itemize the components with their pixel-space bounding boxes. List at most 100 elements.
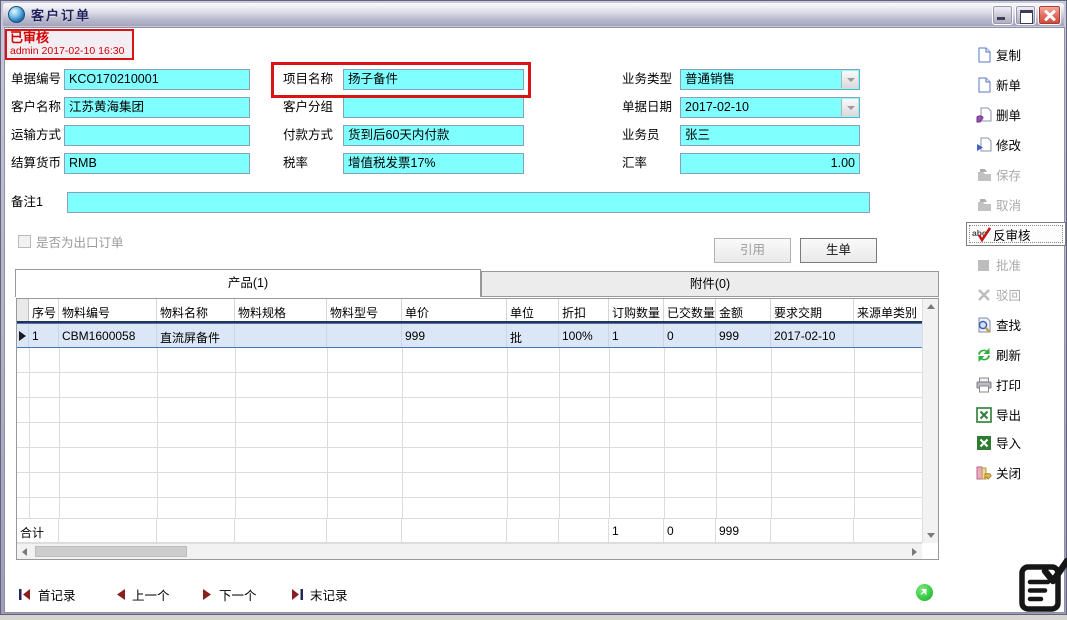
scroll-down-icon[interactable] (923, 527, 939, 543)
export-order-checkbox-row: 是否为出口订单 (18, 232, 124, 251)
transport-field[interactable] (64, 125, 250, 146)
remark1-field[interactable] (67, 192, 870, 213)
export-button[interactable]: 导出 (976, 404, 1021, 425)
minimize-button[interactable] (992, 5, 1013, 25)
col-header-amount[interactable]: 金额 (716, 299, 771, 321)
tax-label: 税率 (283, 153, 308, 174)
scroll-up-icon[interactable] (923, 299, 939, 315)
modify-button[interactable]: 修改 (976, 134, 1021, 155)
reject-button: 驳回 (976, 284, 1021, 305)
search-button[interactable]: 查找 (976, 314, 1021, 335)
col-header-delivered[interactable]: 已交数量 (664, 299, 716, 321)
close-window-button[interactable]: 关闭 (976, 462, 1021, 483)
cell-delivered: 0 (664, 324, 716, 347)
remark1-label: 备注1 (11, 192, 43, 213)
payment-field[interactable]: 货到后60天内付款 (343, 125, 524, 146)
vertical-scrollbar[interactable] (922, 299, 938, 543)
currency-field[interactable]: RMB (64, 153, 250, 174)
col-header-seq[interactable]: 序号 (29, 299, 59, 321)
cell-discount: 100% (559, 324, 609, 347)
cell-spec (235, 324, 327, 347)
unapprove-button[interactable]: abc 反审核 (968, 224, 1064, 244)
cell-ordered: 1 (609, 324, 664, 347)
customer-label: 客户名称 (11, 97, 61, 118)
approved-status: 已审核 (10, 31, 129, 45)
refresh-button[interactable]: 刷新 (976, 344, 1021, 365)
status-ok-icon (916, 584, 933, 601)
doc-no-field[interactable]: KCO170210001 (64, 69, 250, 90)
abc-check-icon: abc (972, 227, 991, 242)
customer-field[interactable]: 江苏黄海集团 (64, 97, 250, 118)
excel-import-icon (976, 435, 992, 451)
exchange-rate-field[interactable]: 1.00 (680, 153, 860, 174)
doc-date-dropdown-icon[interactable] (841, 99, 858, 116)
document-icon (976, 47, 992, 63)
refresh-icon (976, 347, 992, 363)
approved-stamp: 已审核 admin 2017-02-10 16:30 (5, 29, 134, 60)
next-record-button[interactable]: 下一个 (202, 583, 257, 605)
doc-date-select[interactable]: 2017-02-10 (680, 97, 860, 118)
salesman-field[interactable]: 张三 (680, 125, 860, 146)
table-row[interactable]: 1 CBM1600058 直流屏备件 999 批 100% 1 0 999 20… (17, 323, 922, 348)
generate-order-button[interactable]: 生单 (800, 238, 877, 263)
col-header-source-type[interactable]: 来源单类别 (854, 299, 922, 321)
new-document-icon (976, 77, 992, 93)
row-selector-icon (17, 324, 29, 347)
scroll-left-icon[interactable] (17, 544, 33, 560)
biz-type-dropdown-icon[interactable] (841, 71, 858, 88)
first-record-icon (18, 589, 32, 600)
doc-date-label: 单据日期 (622, 97, 672, 118)
total-amount: 999 (716, 519, 771, 542)
last-record-button[interactable]: 末记录 (290, 583, 348, 605)
col-header-due-date[interactable]: 要求交期 (771, 299, 854, 321)
delete-order-button[interactable]: 删单 (976, 104, 1021, 125)
new-order-button[interactable]: 新单 (976, 74, 1021, 95)
previous-record-button[interactable]: 上一个 (115, 583, 170, 605)
scroll-right-icon[interactable] (906, 544, 922, 560)
cell-seq: 1 (29, 324, 59, 347)
reject-x-icon (976, 287, 992, 303)
col-header-discount[interactable]: 折扣 (559, 299, 609, 321)
grid-main: 序号 物料编号 物料名称 物料规格 物料型号 单价 单位 折扣 订购数量 已交数… (17, 299, 922, 543)
horizontal-scrollbar[interactable] (17, 543, 922, 559)
doc-no-label: 单据编号 (11, 69, 61, 90)
biz-type-select[interactable]: 普通销售 (680, 69, 860, 90)
horizontal-scroll-thumb[interactable] (35, 546, 187, 557)
first-record-button[interactable]: 首记录 (18, 583, 76, 605)
window-content: 已审核 admin 2017-02-10 16:30 单据编号 KCO17021… (4, 27, 1065, 613)
tab-products[interactable]: 产品(1) (15, 269, 481, 297)
reference-button: 引用 (714, 238, 791, 263)
last-record-icon (290, 589, 304, 600)
exchange-rate-label: 汇率 (622, 153, 647, 174)
col-header-ordered[interactable]: 订购数量 (609, 299, 664, 321)
print-button[interactable]: 打印 (976, 374, 1021, 395)
titlebar[interactable]: 客户订单 (3, 3, 1064, 26)
cell-unit: 批 (507, 324, 559, 347)
col-header-unit-price[interactable]: 单价 (402, 299, 507, 321)
window-title: 客户订单 (31, 5, 91, 24)
col-header-item-name[interactable]: 物料名称 (157, 299, 235, 321)
cell-amount: 999 (716, 324, 771, 347)
grid-total-row: 合计 1 0 999 (17, 518, 922, 543)
cancel-icon (976, 197, 992, 213)
save-button: 保存 (976, 164, 1021, 185)
customer-group-field[interactable] (343, 97, 524, 118)
salesman-label: 业务员 (622, 125, 660, 146)
project-field[interactable]: 扬子备件 (343, 69, 524, 90)
import-button[interactable]: 导入 (976, 432, 1021, 453)
close-button[interactable] (1038, 5, 1061, 25)
tab-attachments[interactable]: 附件(0) (481, 271, 939, 297)
col-header-unit[interactable]: 单位 (507, 299, 559, 321)
tax-field[interactable]: 增值税发票17% (343, 153, 524, 174)
col-header-model[interactable]: 物料型号 (327, 299, 402, 321)
currency-label: 结算货币 (11, 153, 61, 174)
approved-byline: admin 2017-02-10 16:30 (10, 45, 129, 58)
maximize-button[interactable] (1015, 5, 1036, 25)
next-record-icon (202, 589, 213, 600)
col-header-spec[interactable]: 物料规格 (235, 299, 327, 321)
cancel-button: 取消 (976, 194, 1021, 215)
customer-group-label: 客户分组 (283, 97, 333, 118)
col-header-item-code[interactable]: 物料编号 (59, 299, 157, 321)
copy-button[interactable]: 复制 (976, 44, 1021, 65)
cell-model (327, 324, 402, 347)
